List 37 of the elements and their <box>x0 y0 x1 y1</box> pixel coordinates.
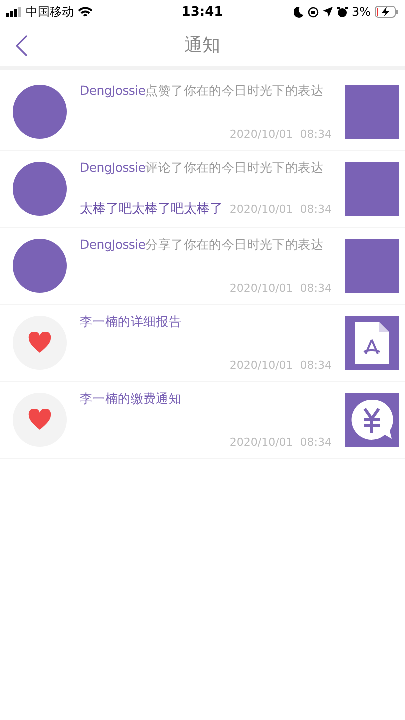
carrier-name: 中国移动 <box>26 4 74 20</box>
timestamp: 2020/10/01 08:34 <box>230 128 332 141</box>
signal-icon <box>6 7 22 17</box>
status-time: 13:41 <box>180 4 224 20</box>
thumbnail <box>345 85 399 139</box>
location-icon <box>322 7 333 17</box>
heart-icon <box>28 332 52 354</box>
lock-rotation-icon <box>308 6 319 18</box>
wifi-icon <box>78 6 93 18</box>
timestamp: 2020/10/01 08:34 <box>230 436 332 449</box>
yen-chat-icon <box>351 399 393 441</box>
timestamp: 2020/10/01 08:34 <box>230 282 332 295</box>
battery-percent: 3% <box>352 5 371 19</box>
notification-text: 李一楠的详细报告 <box>80 314 183 331</box>
avatar <box>13 162 67 216</box>
battery-charging-icon <box>375 6 399 18</box>
notification-text: DengJossie分享了你在的今日时光下的表达 <box>80 237 325 254</box>
notification-text: 李一楠的缴费通知 <box>80 391 183 408</box>
notification-item[interactable]: 李一楠的详细报告 2020/10/01 08:34 <box>0 305 405 382</box>
notification-item[interactable]: DengJossie评论了你在的今日时光下的表达 太棒了吧太棒了吧太棒了 2020/10/01 08:34 <box>0 151 405 228</box>
pdf-file-icon <box>355 322 389 364</box>
page-title: 通知 <box>184 34 220 57</box>
avatar <box>13 239 67 293</box>
timestamp: 2020/10/01 08:34 <box>230 359 332 372</box>
notification-text: DengJossie评论了你在的今日时光下的表达 <box>80 160 325 177</box>
notification-item[interactable]: DengJossie分享了你在的今日时光下的表达 2020/10/01 08:34 <box>0 228 405 305</box>
notification-text: DengJossie点赞了你在的今日时光下的表达 <box>80 83 325 100</box>
heart-icon <box>28 409 52 431</box>
comment-text: 太棒了吧太棒了吧太棒了 <box>80 201 223 218</box>
thumbnail <box>345 239 399 293</box>
avatar <box>13 85 67 139</box>
alarm-icon <box>336 6 348 18</box>
moon-icon <box>294 6 304 18</box>
thumbnail <box>345 162 399 216</box>
notification-item[interactable]: DengJossie点赞了你在的今日时光下的表达 2020/10/01 08:34 <box>0 74 405 151</box>
timestamp: 2020/10/01 08:34 <box>230 202 332 216</box>
notification-item[interactable]: 李一楠的缴费通知 2020/10/01 08:34 <box>0 382 405 459</box>
